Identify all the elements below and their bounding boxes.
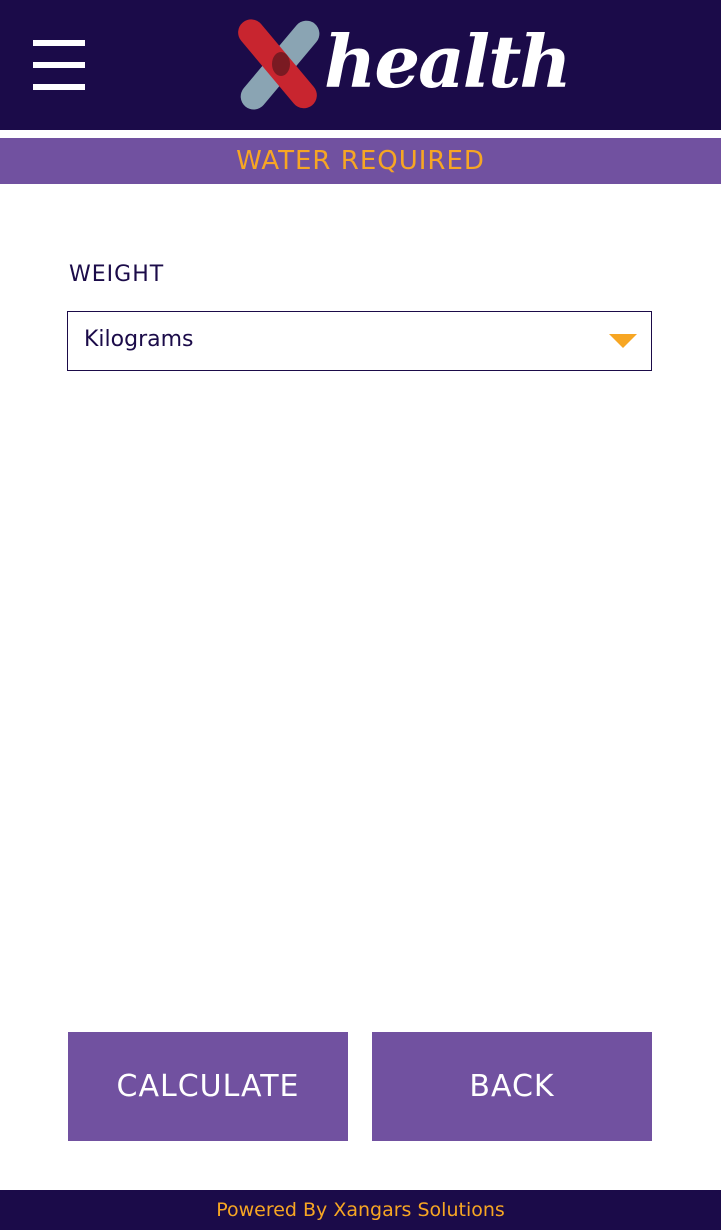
back-button[interactable]: BACK <box>372 1032 652 1141</box>
caret-down-icon <box>609 334 637 348</box>
page-title: WATER REQUIRED <box>236 146 485 176</box>
weight-label: WEIGHT <box>69 262 165 287</box>
app-logo: health <box>228 18 572 114</box>
logo-x-icon <box>238 19 320 110</box>
page-title-bar: WATER REQUIRED <box>0 138 721 184</box>
menu-bar <box>33 40 85 46</box>
weight-unit-select[interactable]: Kilograms <box>67 311 652 371</box>
app-header: health <box>0 0 721 130</box>
footer-text: Powered By Xangars Solutions <box>216 1199 505 1221</box>
menu-bar <box>33 84 85 90</box>
app-footer: Powered By Xangars Solutions <box>0 1190 721 1230</box>
weight-unit-value: Kilograms <box>84 327 194 352</box>
logo-text: health <box>324 19 572 104</box>
calculate-button[interactable]: CALCULATE <box>68 1032 348 1141</box>
menu-button[interactable] <box>33 40 85 90</box>
menu-bar <box>33 62 85 68</box>
